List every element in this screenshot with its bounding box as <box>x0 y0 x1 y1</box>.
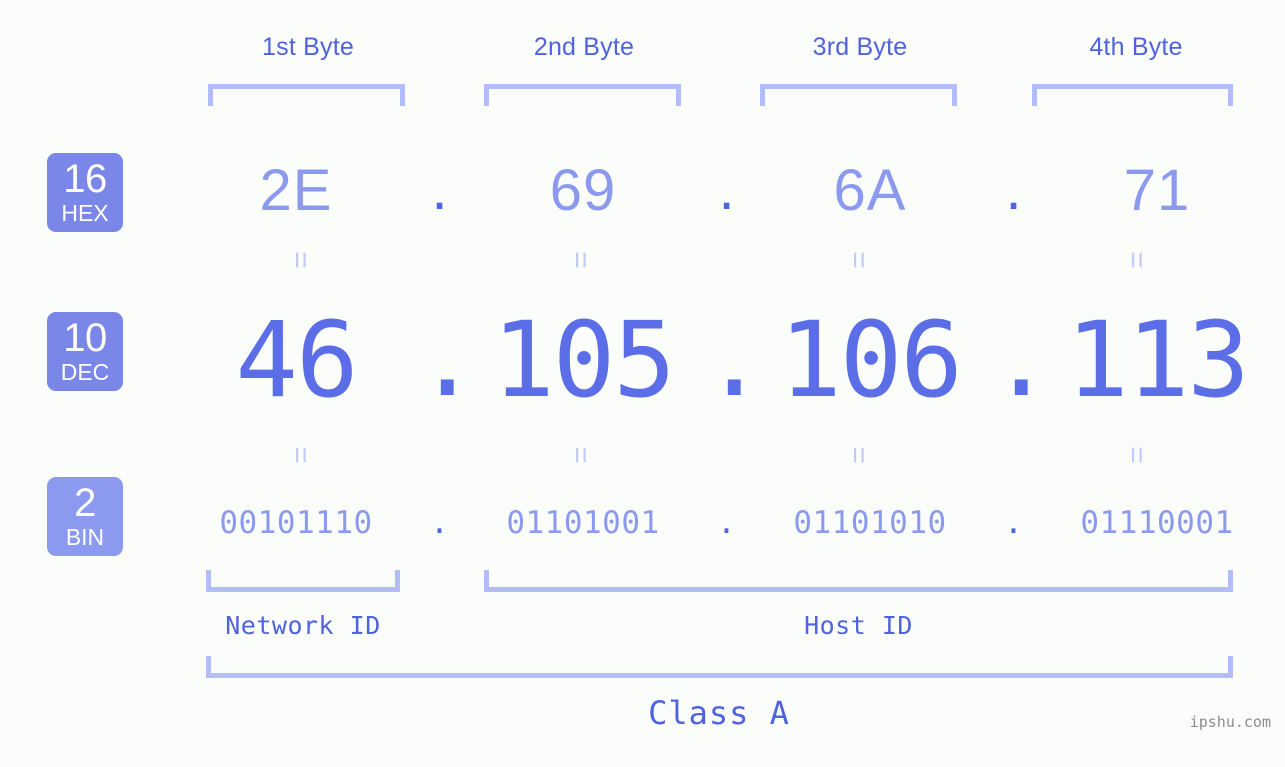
network-id-label: Network ID <box>225 611 381 640</box>
bin-separator-2: . <box>717 504 736 541</box>
bin-separator-3: . <box>1004 504 1023 541</box>
bin-byte-2: 01101001 <box>506 505 660 541</box>
dec-separator-2: . <box>703 298 766 421</box>
site-watermark: ipshu.com <box>1189 713 1271 731</box>
binary-value-row: 00101110 . 01101001 . 01101010 . 0111000… <box>0 492 1285 554</box>
hex-separator-1: . <box>431 156 448 222</box>
network-id-bracket <box>206 570 400 592</box>
class-bracket <box>206 656 1233 678</box>
byte-header-label-2: 2nd Byte <box>533 33 635 61</box>
hex-value-row: 2E . 69 . 6A . 71 <box>0 150 1285 230</box>
byte-header-label-4: 4th Byte <box>1089 33 1183 61</box>
byte-bracket-top-4 <box>1032 84 1233 106</box>
bin-byte-1: 00101110 <box>219 505 373 541</box>
byte-bracket-top-1 <box>208 84 405 106</box>
host-id-label: Host ID <box>804 611 913 640</box>
bin-byte-4: 01110001 <box>1080 505 1234 541</box>
ip-address-breakdown-infographic: 1st Byte 2nd Byte 3rd Byte 4th Byte 16 H… <box>0 0 1285 767</box>
hex-separator-2: . <box>718 156 735 222</box>
byte-bracket-top-3 <box>760 84 957 106</box>
byte-bracket-top-2 <box>484 84 681 106</box>
host-id-bracket <box>484 570 1233 592</box>
bin-byte-3: 01101010 <box>793 505 947 541</box>
hex-byte-4: 71 <box>1123 157 1191 223</box>
byte-header-label-3: 3rd Byte <box>812 33 908 61</box>
hex-separator-3: . <box>1005 156 1022 222</box>
dec-byte-4: 113 <box>1066 299 1250 421</box>
decimal-value-row: 46 . 105 . 106 . 113 <box>0 298 1285 421</box>
dec-separator-1: . <box>416 298 479 421</box>
dec-separator-3: . <box>990 298 1053 421</box>
ip-class-label: Class A <box>648 694 790 732</box>
byte-header-label-1: 1st Byte <box>262 33 354 61</box>
bin-separator-1: . <box>430 504 449 541</box>
